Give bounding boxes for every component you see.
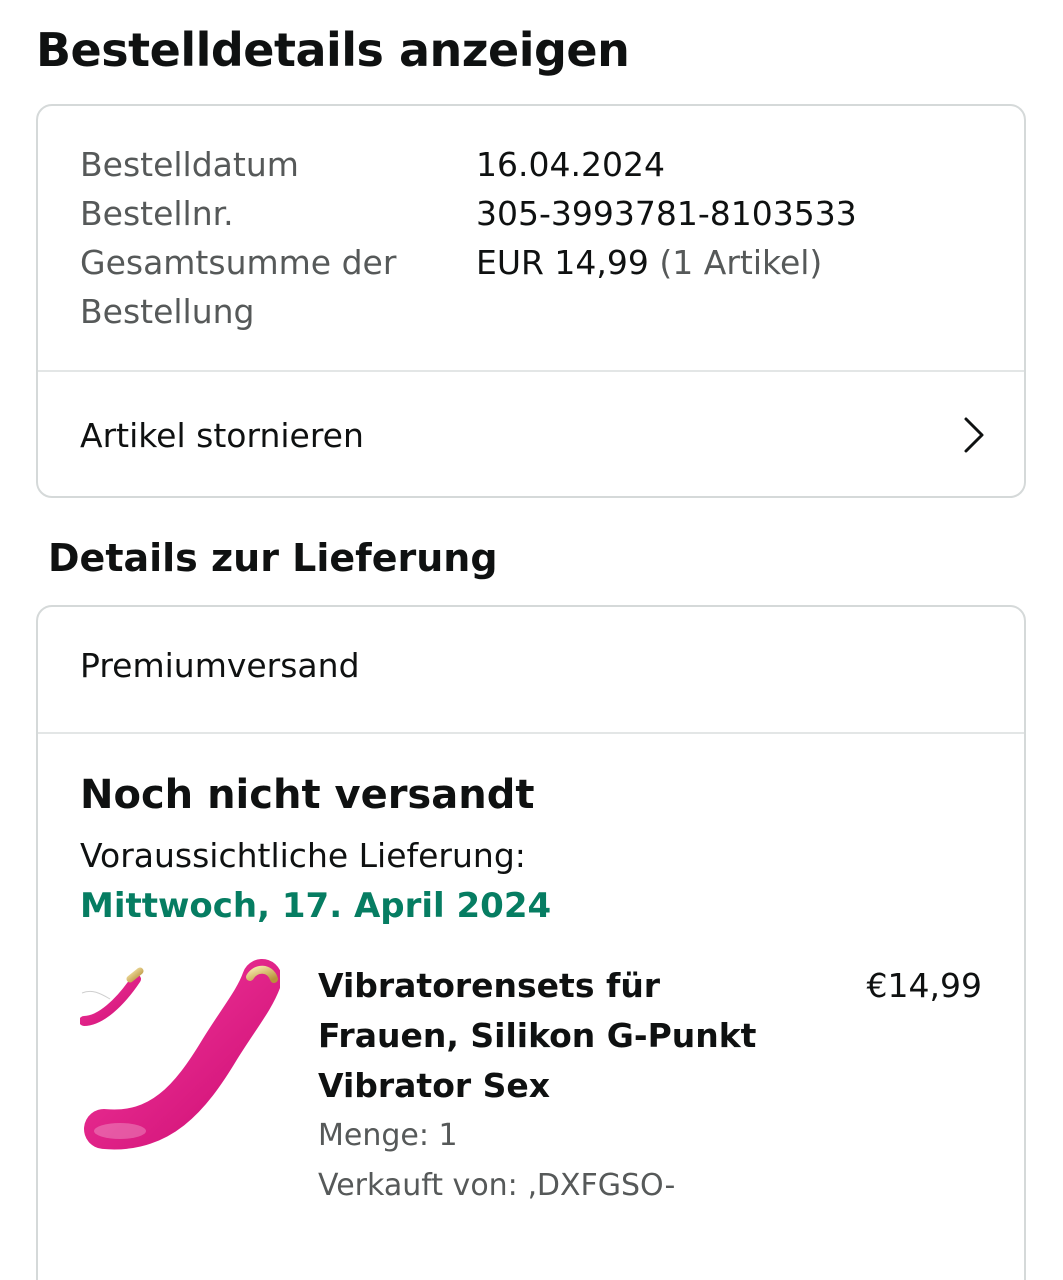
order-total-label: Gesamtsumme der Bestellung xyxy=(80,243,397,331)
product-seller: Verkauft von: ‚DXFGSO- xyxy=(318,1168,676,1203)
delivery-card: Premiumversand Noch nicht versandt Vorau… xyxy=(36,605,1026,1280)
order-number-value: 305-3993781-8103533 xyxy=(476,194,857,233)
product-image[interactable] xyxy=(80,959,280,1159)
eta-label: Voraussichtliche Lieferung: xyxy=(80,836,526,875)
cancel-items-button[interactable]: Artikel stornieren xyxy=(38,372,1024,498)
order-summary-grid: Bestelldatum 16.04.2024 Bestellnr. 305-3… xyxy=(80,140,984,336)
product-title-link[interactable]: Vibratorensets für Frauen, Silikon G-Pun… xyxy=(318,961,778,1111)
order-number-row: Bestellnr. 305-3993781-8103533 xyxy=(80,189,984,238)
order-item-count: (1 Artikel) xyxy=(659,243,823,282)
order-total-value: EUR 14,99 (1 Artikel) xyxy=(476,238,822,336)
shipping-type: Premiumversand xyxy=(80,646,360,685)
eta-date: Mittwoch, 17. April 2024 xyxy=(80,886,552,926)
chevron-right-icon xyxy=(964,417,984,453)
order-date-row: Bestelldatum 16.04.2024 xyxy=(80,140,984,189)
order-date-value: 16.04.2024 xyxy=(476,145,665,184)
product-quantity: Menge: 1 xyxy=(318,1118,458,1153)
order-total-amount: EUR 14,99 xyxy=(476,243,649,282)
order-date-label: Bestelldatum xyxy=(80,145,299,184)
order-total-row: Gesamtsumme der Bestellung EUR 14,99 (1 … xyxy=(80,238,984,336)
shipment-status: Noch nicht versandt xyxy=(80,772,535,818)
cancel-items-label: Artikel stornieren xyxy=(80,415,364,455)
page-title: Bestelldetails anzeigen xyxy=(36,23,630,77)
order-number-label: Bestellnr. xyxy=(80,194,234,233)
product-info: Vibratorensets für Frauen, Silikon G-Pun… xyxy=(318,961,778,1211)
product-price: €14,99 xyxy=(866,966,982,1005)
divider xyxy=(38,732,1024,734)
order-summary-card: Bestelldatum 16.04.2024 Bestellnr. 305-3… xyxy=(36,104,1026,498)
delivery-section-title: Details zur Lieferung xyxy=(48,536,498,580)
